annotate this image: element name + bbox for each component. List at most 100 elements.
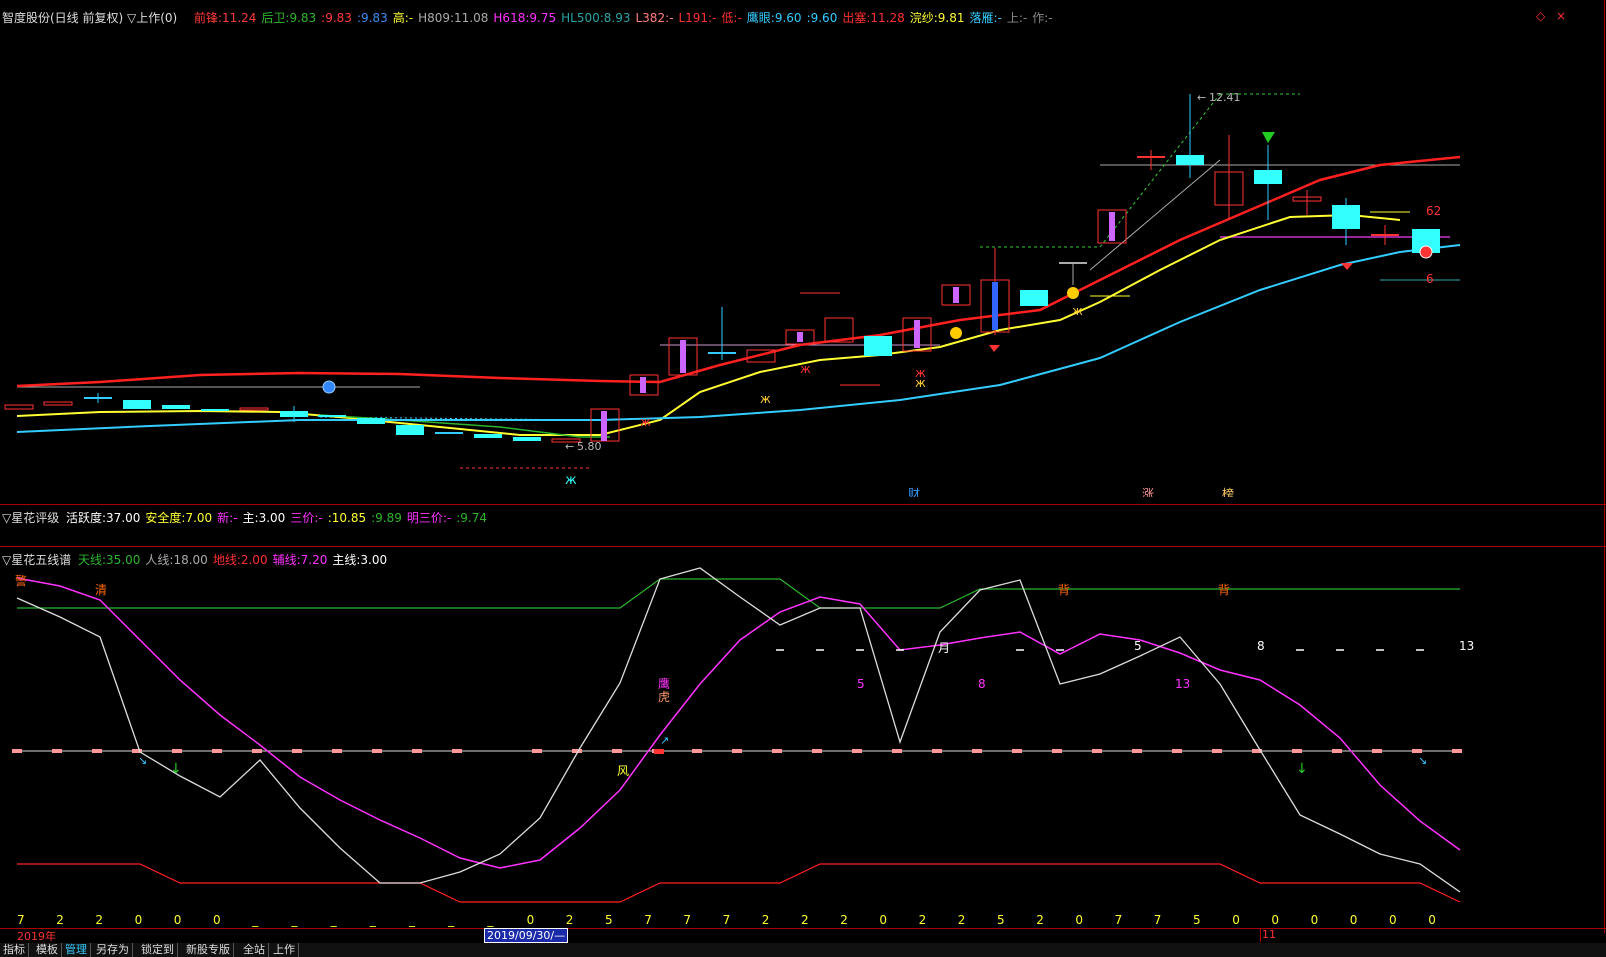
ground-line: [17, 863, 1461, 903]
fib-label: 13: [1175, 677, 1190, 691]
indicator-value: 高:-: [392, 11, 414, 25]
signal-label: 警: [15, 573, 27, 588]
tab-new-stock[interactable]: 新股专版: [183, 943, 234, 957]
bottom-digit: 0: [1232, 913, 1240, 927]
cyan-arrow-icon: ↘: [1418, 754, 1427, 767]
bottom-digit: _: [408, 913, 416, 927]
green-down-arrow-icon: ↓: [170, 761, 182, 777]
five-line-chart[interactable]: 警 清 鹰 虎 风 月 背 背 5 8 13 5 8 13 ↓ ↓ ↘ ↘ ↗ …: [0, 566, 1606, 928]
butterfly-icon: ж: [800, 362, 811, 376]
tab-manage[interactable]: 管理: [62, 943, 91, 957]
cyan-arrow-icon: ↘: [138, 754, 147, 767]
yellow-coin-icon: [950, 327, 962, 339]
indicator-value: 人线:18.00: [145, 553, 208, 567]
bottom-digit: 5: [1193, 913, 1201, 927]
bottom-digit: 5: [605, 913, 613, 927]
signal-label: 背: [1218, 583, 1230, 597]
bottom-digit: 0: [213, 913, 221, 927]
blue-ball-icon: [322, 380, 336, 394]
red-diamond-icon: [989, 345, 1000, 352]
indicator-value: 低:-: [721, 11, 742, 25]
settings-icon[interactable]: ◇: [1536, 9, 1545, 23]
candles: [4, 94, 1440, 443]
marker-cai: 财: [908, 487, 920, 497]
rating-values: 活跃度:37.00 安全度:7.00 新:- 主:3.00 三价:-:10.85:9.8…: [66, 509, 492, 526]
green-down-arrow-icon: [1262, 132, 1275, 143]
bottom-digit: _: [486, 913, 494, 927]
butterfly-icon: ж: [565, 473, 577, 488]
indicator-value: 新:-: [217, 511, 238, 525]
svg-text:←: ←: [565, 440, 574, 453]
indicator-value: 出塞:11.28: [842, 11, 905, 25]
indicator-value: :9.74: [456, 511, 487, 525]
signal-label: 虎: [658, 690, 670, 704]
red-marker: [654, 749, 664, 754]
indicator-value: 鹰眼:9.60: [746, 11, 802, 25]
cursor-date[interactable]: 2019/09/30/—: [484, 928, 569, 943]
bottom-digit: 2: [958, 913, 966, 927]
tab-template[interactable]: 模板: [33, 943, 62, 957]
stock-title[interactable]: 智度股份(日线 前复权) ▽上作(0): [2, 9, 177, 26]
ma-yellow-line: [16, 213, 1401, 436]
tab-save-as[interactable]: 另存为: [93, 943, 133, 957]
bottom-digit: 7: [723, 913, 731, 927]
tab-shangzuo[interactable]: 上作: [270, 943, 299, 957]
main-line: [16, 567, 1461, 893]
signal-label: 清: [95, 583, 107, 597]
butterfly-icon: ж: [640, 415, 651, 429]
tab-lock-to[interactable]: 锁定到: [138, 943, 178, 957]
fib-label: 5: [1134, 639, 1142, 653]
indicator-value: 后卫:9.83: [261, 11, 317, 25]
pane-divider: [0, 546, 1606, 547]
high-price-label: 12.41: [1209, 91, 1241, 104]
close-icon[interactable]: ×: [1556, 9, 1566, 23]
green-down-arrow-icon: ↓: [1296, 761, 1308, 777]
rating-info: ▽星花评级 活跃度:37.00 安全度:7.00 新:- 主:3.00 三价:-:10.…: [0, 507, 1606, 525]
sky-line: [17, 578, 1460, 609]
butterfly-icon: ж: [760, 392, 771, 406]
indicator-value: :9.83: [356, 11, 388, 25]
candlestick-chart[interactable]: ж ж ж ж ж ж ж ← 12.41 ← 5.80 62 6 财 涨 榜: [0, 25, 1606, 497]
five-line-info: ▽星花五线谱 天线:35.00 人线:18.00 地线:2.00 辅线:7.20 主线:…: [0, 549, 1606, 567]
yellow-coin-icon: [1067, 287, 1079, 299]
bottom-digit: 2: [1036, 913, 1044, 927]
indicator-value: 浣纱:9.81: [909, 11, 965, 25]
rating-title[interactable]: ▽星花评级: [2, 509, 59, 526]
bottom-tabs: 指标 模板 管理 另存为 锁定到 新股专版 全站 上作: [0, 943, 1606, 957]
bottom-digit: 0: [879, 913, 887, 927]
ma-blue-line: [16, 244, 1461, 433]
indicator-value: 三价:-: [290, 511, 323, 525]
bottom-digit: 5: [997, 913, 1005, 927]
indicator-value: 地线:2.00: [212, 553, 268, 567]
indicator-value: 辅线:7.20: [272, 553, 328, 567]
indicator-value: H618:9.75: [493, 11, 557, 25]
marker-zhang: 涨: [1142, 486, 1154, 497]
date-axis: 2019年 2019/09/30/— 11: [0, 928, 1606, 943]
signal-label: 鹰: [658, 676, 670, 691]
butterfly-icon: ж: [915, 376, 926, 390]
tab-all-site[interactable]: 全站: [240, 943, 269, 957]
indicator-value: 主:3.00: [242, 511, 286, 525]
bottom-digit: 0: [1271, 913, 1279, 927]
svg-text:←: ←: [1197, 91, 1206, 104]
indicator-value: :9.89: [371, 511, 402, 525]
cyan-arrow-icon: ↗: [660, 734, 669, 747]
bottom-digit: _: [290, 913, 298, 927]
tab-indicator[interactable]: 指标: [0, 943, 29, 957]
indicator-value: HL500:8.93: [561, 11, 631, 25]
bottom-digit: 7: [1154, 913, 1162, 927]
fib-label: 8: [978, 677, 986, 691]
indicator-value: :9.83: [321, 11, 352, 25]
bottom-digit: 2: [762, 913, 770, 927]
signal-label: 月: [938, 641, 950, 655]
bottom-digit: 7: [683, 913, 691, 927]
red-ball-icon: [1419, 245, 1433, 259]
bottom-digit: 2: [56, 913, 64, 927]
bottom-digit: 7: [644, 913, 652, 927]
signal-label: 背: [1058, 583, 1070, 597]
indicator-value: 活跃度:37.00: [66, 511, 141, 525]
bottom-digit: 7: [1115, 913, 1123, 927]
bottom-digit: _: [369, 913, 377, 927]
fib-label: 13: [1459, 639, 1474, 653]
indicator-value: L191:-: [678, 11, 717, 25]
